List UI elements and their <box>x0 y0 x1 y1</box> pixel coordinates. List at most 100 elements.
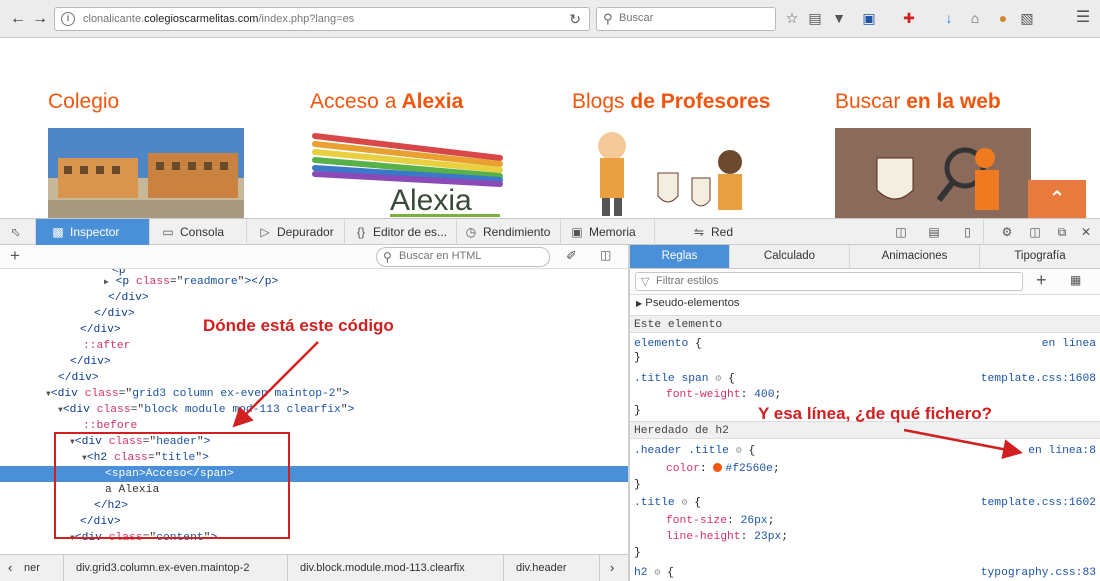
breadcrumb-item[interactable]: div.grid3.column.ex-even.maintop-2 <box>76 555 249 581</box>
breadcrumb-item[interactable]: div.block.module.mod-113.clearfix <box>300 555 465 581</box>
rule-title-span[interactable]: .title span ⚙ {template.css:1608 <box>630 371 1100 387</box>
breadcrumb-item[interactable]: div.header <box>516 555 567 581</box>
reading-list-icon[interactable]: ▤ <box>806 9 824 27</box>
back-icon[interactable]: ← <box>8 7 28 31</box>
tab-debugger[interactable]: ▷ Depurador <box>247 219 345 245</box>
tab-animations[interactable]: Animaciones <box>850 245 980 268</box>
bookmark-star-icon[interactable]: ☆ <box>783 9 801 27</box>
pocket-icon[interactable]: ▼ <box>830 9 848 27</box>
tab-network[interactable]: ⇋ Red <box>655 219 745 245</box>
forward-icon[interactable]: → <box>30 7 50 31</box>
search-icon: ⚲ <box>603 11 613 26</box>
markup-line[interactable]: ▼<div class="block module mod-113 clearf… <box>0 402 628 418</box>
tab-style-editor[interactable]: {} Editor de es... <box>345 219 457 245</box>
section-title-acceso-alexia[interactable]: Acceso a Alexia <box>310 90 463 114</box>
declaration[interactable]: line-height: 23px; <box>630 529 1100 545</box>
reload-icon[interactable]: ↻ <box>569 11 581 28</box>
rule-source-link[interactable]: typography.css:83 <box>981 565 1096 581</box>
markup-line[interactable]: </div> <box>0 290 628 306</box>
responsive-button[interactable]: ▤ <box>922 219 950 245</box>
markup-line[interactable]: ▶ <p class="readmore"></p> <box>0 274 628 290</box>
filter-styles-input[interactable] <box>656 275 1016 287</box>
tab-fonts[interactable]: Tipografía <box>980 245 1100 268</box>
declaration[interactable]: font-weight: 400; <box>630 387 1100 403</box>
dock-side-icon: ◫ <box>1029 225 1041 239</box>
tab-network-label: Red <box>711 225 734 239</box>
save-icon[interactable]: ▣ <box>860 9 878 27</box>
section-title-blogs[interactable]: Blogs de Profesores <box>572 90 770 114</box>
download-icon[interactable]: ↓ <box>940 9 958 27</box>
section-title-colegio[interactable]: Colegio <box>48 90 119 114</box>
rule-source-link[interactable]: en línea:8 <box>1028 443 1096 459</box>
tab-rules[interactable]: Reglas <box>630 245 730 268</box>
add-node-icon[interactable]: + <box>10 246 20 266</box>
gear-icon: ⚙ <box>1001 225 1013 239</box>
layout-split-button[interactable]: ◫ <box>888 219 918 245</box>
tab-performance[interactable]: ◷ Rendimiento <box>457 219 561 245</box>
dock-side-button[interactable]: ◫ <box>1024 219 1050 245</box>
markup-line[interactable]: ▼<div class="grid3 column ex-even mainto… <box>0 386 628 402</box>
markup-toolbar: + ⚲ ✐ ◫ <box>0 245 628 269</box>
undock-button[interactable]: ⧉ <box>1052 219 1076 245</box>
tab-computed[interactable]: Calculado <box>730 245 850 268</box>
url-text: clonalicante.colegioscarmelitas.com/inde… <box>83 13 355 25</box>
scroll-top-button[interactable]: ⌃ <box>1028 180 1086 218</box>
blogs-image[interactable] <box>580 128 760 218</box>
section-title-buscar[interactable]: Buscar en la web <box>835 90 1001 114</box>
eyedropper-icon[interactable]: ✐ <box>566 248 577 264</box>
tab-style-editor-label: Editor de es... <box>373 225 448 239</box>
device-mode-button[interactable]: ▯ <box>956 219 984 245</box>
breadcrumb-right-arrow[interactable]: › <box>610 555 614 581</box>
console-icon: ▭ <box>162 225 174 239</box>
declaration[interactable]: color: #f2560e; <box>630 461 1100 477</box>
tab-memory-label: Memoria <box>589 225 636 239</box>
html-search-box[interactable]: ⚲ <box>376 247 550 267</box>
rule-title[interactable]: .title ⚙ {template.css:1602 <box>630 495 1100 511</box>
clipboard-icon[interactable]: ▧ <box>1018 9 1036 27</box>
pseudo-elements-toggle[interactable]: ▶ Pseudo-elementos <box>630 295 1100 311</box>
pick-element-button[interactable]: ⬁ <box>0 219 36 245</box>
close-devtools-button[interactable]: ✕ <box>1076 219 1100 245</box>
frame-icon: ▤ <box>928 225 940 239</box>
alexia-logo-text: Alexia <box>390 184 472 217</box>
rule-header-title[interactable]: .header .title ⚙ {en línea:8 <box>630 443 1100 459</box>
this-element-header: Este elemento <box>630 315 1100 333</box>
tab-inspector-label: Inspector <box>70 225 120 239</box>
rule-source-link[interactable]: template.css:1608 <box>981 371 1096 387</box>
alexia-image[interactable]: Alexia <box>310 128 506 218</box>
breadcrumb-item[interactable]: ner <box>24 555 40 581</box>
browser-search-bar[interactable]: ⚲ <box>596 7 776 31</box>
info-icon[interactable]: i <box>61 12 75 26</box>
addon-red-cross-icon[interactable]: ✚ <box>900 9 918 27</box>
markup-line[interactable]: ::after <box>0 338 628 354</box>
phone-icon: ▯ <box>964 225 971 239</box>
hamburger-menu-icon[interactable]: ☰ <box>1074 9 1092 27</box>
breadcrumb-left-arrow[interactable]: ‹ <box>8 555 12 581</box>
school-building-image[interactable] <box>48 128 244 218</box>
rules-tabbar: Reglas Calculado Animaciones Tipografía <box>630 245 1100 269</box>
url-bar[interactable]: i clonalicante.colegioscarmelitas.com/in… <box>54 7 590 31</box>
rule-h2[interactable]: h2 ⚙ {typography.css:83 <box>630 565 1100 581</box>
declaration[interactable]: font-size: 26px; <box>630 513 1100 529</box>
color-swatch[interactable] <box>713 463 723 472</box>
tab-console-label: Consola <box>180 225 225 239</box>
addon-color-icon[interactable]: ● <box>994 9 1012 27</box>
markup-line[interactable]: </div> <box>0 354 628 370</box>
markup-line[interactable]: </div> <box>0 370 628 386</box>
close-icon: ✕ <box>1080 225 1092 239</box>
tab-inspector[interactable]: ▩ Inspector <box>36 219 150 245</box>
sidebar-toggle-icon[interactable]: ◫ <box>600 248 611 262</box>
settings-button[interactable]: ⚙ <box>996 219 1022 245</box>
tab-memory[interactable]: ▣ Memoria <box>561 219 655 245</box>
pseudo-class-toggle-icon[interactable]: ▦ <box>1070 273 1081 287</box>
browser-search-input[interactable] <box>619 12 769 24</box>
add-rule-icon[interactable]: + <box>1036 270 1047 291</box>
home-icon[interactable]: ⌂ <box>966 9 984 27</box>
rule-source-link[interactable]: template.css:1602 <box>981 495 1096 511</box>
filter-styles-box[interactable]: ▽ <box>635 272 1023 291</box>
tab-console[interactable]: ▭ Consola <box>150 219 247 245</box>
undock-icon: ⧉ <box>1057 225 1067 239</box>
html-search-input[interactable] <box>399 250 544 262</box>
annotation-code-question: Dónde está este código <box>203 316 394 335</box>
buscar-image[interactable] <box>835 128 1031 218</box>
